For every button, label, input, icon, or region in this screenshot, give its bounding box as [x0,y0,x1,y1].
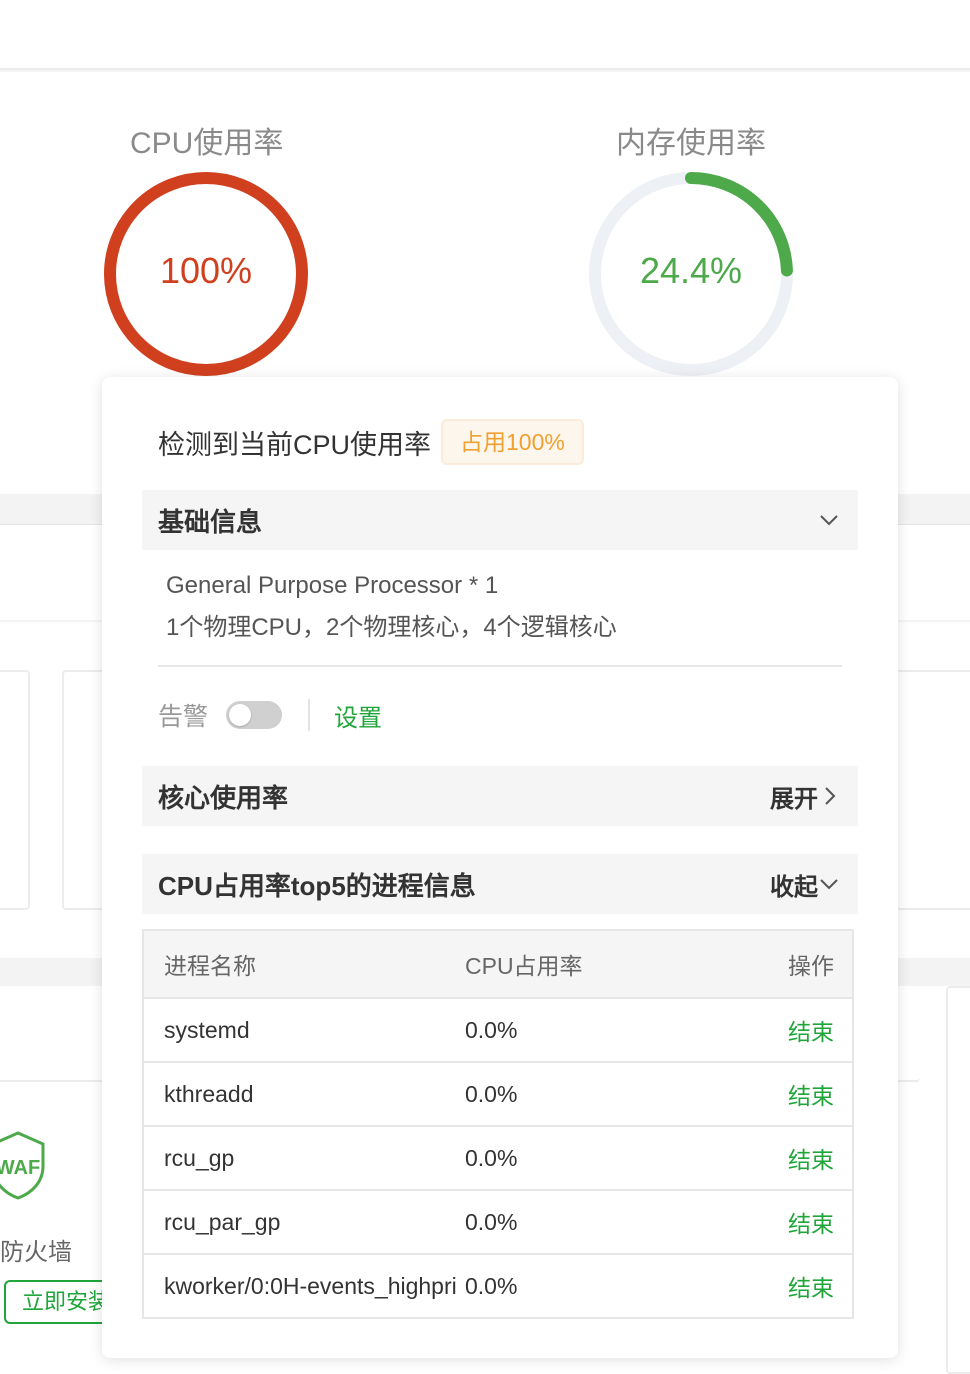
chevron-down-icon [820,515,838,526]
alert-row: 告警 设置 [158,695,382,735]
background-card [896,670,970,910]
collapse-button[interactable]: 收起 [770,867,840,902]
background-card [0,670,30,910]
popover-header-text: 检测到当前CPU使用率 [158,429,432,460]
core-usage-title: 核心使用率 [158,782,289,813]
waf-label: 防火墙 [0,1239,72,1266]
column-header-cpu: CPU占用率 [465,930,704,999]
processor-name: General Purpose Processor * 1 [166,572,499,599]
process-cpu: 0.0% [465,1190,704,1255]
process-name: systemd [164,1016,250,1043]
top5-process-title: CPU占用率top5的进程信息 [158,870,476,901]
top-bar [0,0,970,70]
process-cpu: 0.0% [465,998,704,1063]
toggle-knob [229,704,252,726]
process-table: 进程名称 CPU占用率 操作 systemd 0.0% 结束 kthreadd … [142,929,854,1319]
basic-info-toggle[interactable] [818,509,840,531]
basic-info-title: 基础信息 [158,506,263,537]
cpu-topology: 1个物理CPU，2个物理核心，4个逻辑核心 [166,614,617,641]
column-header-name: 进程名称 [143,930,465,999]
expand-label: 展开 [770,785,818,813]
process-cpu: 0.0% [465,1126,704,1191]
end-process-button[interactable]: 结束 [703,1254,853,1319]
chevron-right-icon [825,787,836,805]
process-cpu: 0.0% [465,1254,704,1319]
popover-header: 检测到当前CPU使用率 占用100% [158,419,584,465]
waf-badge-text: WAF [0,1157,40,1179]
core-usage-section[interactable]: 核心使用率 展开 [142,766,858,826]
waf-shield-icon: WAF [0,1131,45,1200]
collapse-label: 收起 [770,873,818,901]
process-name: kworker/0:0H-events_highpri [164,1272,457,1299]
processor-info: General Purpose Processor * 1 1个物理CPU，2个… [166,565,617,649]
table-row: kworker/0:0H-events_highpri 0.0% 结束 [143,1254,853,1319]
end-process-button[interactable]: 结束 [703,998,853,1063]
cpu-detail-popover: 检测到当前CPU使用率 占用100% 基础信息 General Purpose … [102,377,898,1358]
table-row: rcu_gp 0.0% 结束 [143,1126,853,1191]
process-name: kthreadd [164,1080,254,1107]
table-row: systemd 0.0% 结束 [143,998,853,1063]
top5-process-section[interactable]: CPU占用率top5的进程信息 收起 [142,854,858,914]
page: CPU使用率 100% 内存使用率 24.4% WAF 防火墙 立即安装 检测到… [0,0,970,1374]
process-cpu: 0.0% [465,1062,704,1127]
memory-gauge-value: 24.4% [639,250,743,291]
background-card [946,986,970,1374]
table-row: kthreadd 0.0% 结束 [143,1062,853,1127]
vertical-divider [308,699,311,731]
column-header-action: 操作 [703,930,853,999]
expand-button[interactable]: 展开 [770,779,840,814]
alert-label: 告警 [158,703,209,731]
divider [158,665,842,667]
usage-tag: 占用100% [441,419,584,465]
process-name: rcu_par_gp [164,1208,281,1235]
end-process-button[interactable]: 结束 [703,1190,853,1255]
cpu-gauge-value: 100% [159,250,253,291]
process-name: rcu_gp [164,1144,235,1171]
end-process-button[interactable]: 结束 [703,1062,853,1127]
table-row: rcu_par_gp 0.0% 结束 [143,1190,853,1255]
table-header-row: 进程名称 CPU占用率 操作 [143,930,853,999]
chevron-down-icon [820,879,838,890]
alert-settings-link[interactable]: 设置 [334,698,382,733]
alert-toggle[interactable] [226,701,283,729]
end-process-button[interactable]: 结束 [703,1126,853,1191]
basic-info-section[interactable]: 基础信息 [142,490,858,550]
